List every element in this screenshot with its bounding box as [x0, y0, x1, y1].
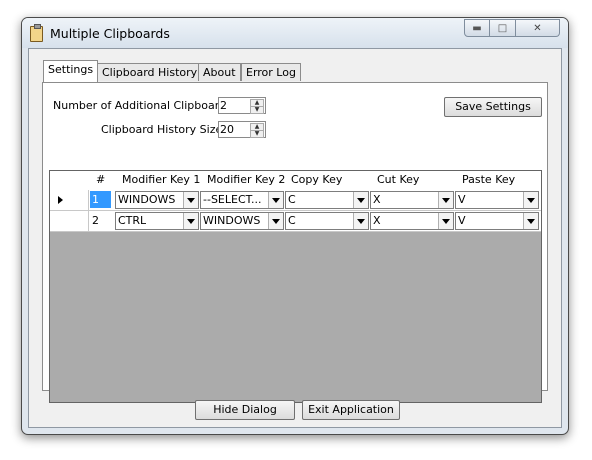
cut-key-select[interactable]: X [370, 212, 454, 230]
chevron-down-icon[interactable] [438, 192, 453, 208]
tab-label: Clipboard History [102, 66, 198, 79]
minimize-icon: ▬ [472, 22, 482, 34]
hotkey-grid: # Modifier Key 1 Modifier Key 2 Copy Key… [49, 170, 542, 403]
row-header[interactable] [50, 211, 89, 231]
modifier-key-2-select[interactable]: --SELECT... [200, 191, 284, 209]
table-row[interactable]: 2 CTRL WINDOWS C X V [50, 211, 541, 232]
client-area: Settings Clipboard History About Error L… [28, 48, 562, 428]
column-header-modifier-key-1[interactable]: Modifier Key 1 [122, 173, 200, 186]
stepper-down-icon[interactable]: ▼ [250, 106, 264, 114]
select-value: C [288, 193, 296, 206]
select-value: X [373, 193, 381, 206]
chevron-down-icon[interactable] [438, 213, 453, 229]
column-header-cut-key[interactable]: Cut Key [377, 173, 419, 186]
copy-key-select[interactable]: C [285, 212, 369, 230]
copy-key-select[interactable]: C [285, 191, 369, 209]
select-value: C [288, 214, 296, 227]
column-header-paste-key[interactable]: Paste Key [462, 173, 515, 186]
select-value: V [458, 193, 466, 206]
additional-clipboards-value: 2 [220, 99, 227, 112]
column-header-copy-key[interactable]: Copy Key [291, 173, 342, 186]
column-header-modifier-key-2[interactable]: Modifier Key 2 [207, 173, 285, 186]
main-window: Multiple Clipboards ▬ □ ✕ Settings Clipb… [21, 17, 569, 435]
row-number[interactable]: 2 [90, 212, 111, 229]
row-header[interactable] [50, 190, 89, 210]
stepper-down-icon[interactable]: ▼ [250, 130, 264, 138]
exit-application-button[interactable]: Exit Application [302, 400, 400, 420]
current-row-indicator-icon [58, 196, 63, 204]
tab-error-log[interactable]: Error Log [241, 63, 301, 81]
clipboard-app-icon [30, 24, 43, 42]
cut-key-select[interactable]: X [370, 191, 454, 209]
history-size-stepper[interactable]: 20 ▲ ▼ [218, 121, 266, 138]
table-row[interactable]: 1 WINDOWS --SELECT... C X V [50, 190, 541, 211]
window-controls: ▬ □ ✕ [464, 19, 560, 37]
history-size-label: Clipboard History Size [101, 123, 223, 136]
maximize-icon: □ [497, 22, 508, 34]
row-number[interactable]: 1 [90, 191, 111, 208]
chevron-down-icon[interactable] [268, 213, 283, 229]
tab-settings[interactable]: Settings [43, 60, 99, 82]
minimize-button[interactable]: ▬ [464, 19, 490, 37]
window-title: Multiple Clipboards [50, 26, 170, 41]
chevron-down-icon[interactable] [523, 213, 538, 229]
select-value: WINDOWS [118, 193, 176, 206]
chevron-down-icon[interactable] [523, 192, 538, 208]
select-value: X [373, 214, 381, 227]
chevron-down-icon[interactable] [183, 213, 198, 229]
paste-key-select[interactable]: V [455, 212, 539, 230]
select-value: CTRL [118, 214, 147, 227]
settings-panel: Number of Additional Clipboards 2 ▲ ▼ Cl… [42, 82, 548, 403]
tab-label: About [203, 66, 236, 79]
tab-about[interactable]: About [198, 63, 241, 81]
title-bar[interactable]: Multiple Clipboards ▬ □ ✕ [22, 18, 568, 48]
save-settings-button[interactable]: Save Settings [444, 97, 542, 117]
hide-dialog-button[interactable]: Hide Dialog [195, 400, 295, 420]
history-size-value: 20 [220, 123, 234, 136]
modifier-key-1-select[interactable]: CTRL [115, 212, 199, 230]
chevron-down-icon[interactable] [268, 192, 283, 208]
tab-clipboard-history[interactable]: Clipboard History [97, 63, 203, 81]
tab-label: Settings [48, 63, 94, 76]
select-value: V [458, 214, 466, 227]
select-value: WINDOWS [203, 214, 261, 227]
modifier-key-1-select[interactable]: WINDOWS [115, 191, 199, 209]
chevron-down-icon[interactable] [353, 213, 368, 229]
chevron-down-icon[interactable] [353, 192, 368, 208]
close-icon: ✕ [533, 22, 542, 34]
grid-header: # Modifier Key 1 Modifier Key 2 Copy Key… [50, 171, 541, 191]
modifier-key-2-select[interactable]: WINDOWS [200, 212, 284, 230]
tab-label: Error Log [246, 66, 296, 79]
additional-clipboards-label: Number of Additional Clipboards [53, 99, 232, 112]
additional-clipboards-stepper[interactable]: 2 ▲ ▼ [218, 97, 266, 114]
chevron-down-icon[interactable] [183, 192, 198, 208]
column-header-number[interactable]: # [96, 173, 105, 186]
select-value: --SELECT... [203, 193, 262, 206]
paste-key-select[interactable]: V [455, 191, 539, 209]
maximize-button[interactable]: □ [490, 19, 516, 37]
close-button[interactable]: ✕ [516, 19, 560, 37]
